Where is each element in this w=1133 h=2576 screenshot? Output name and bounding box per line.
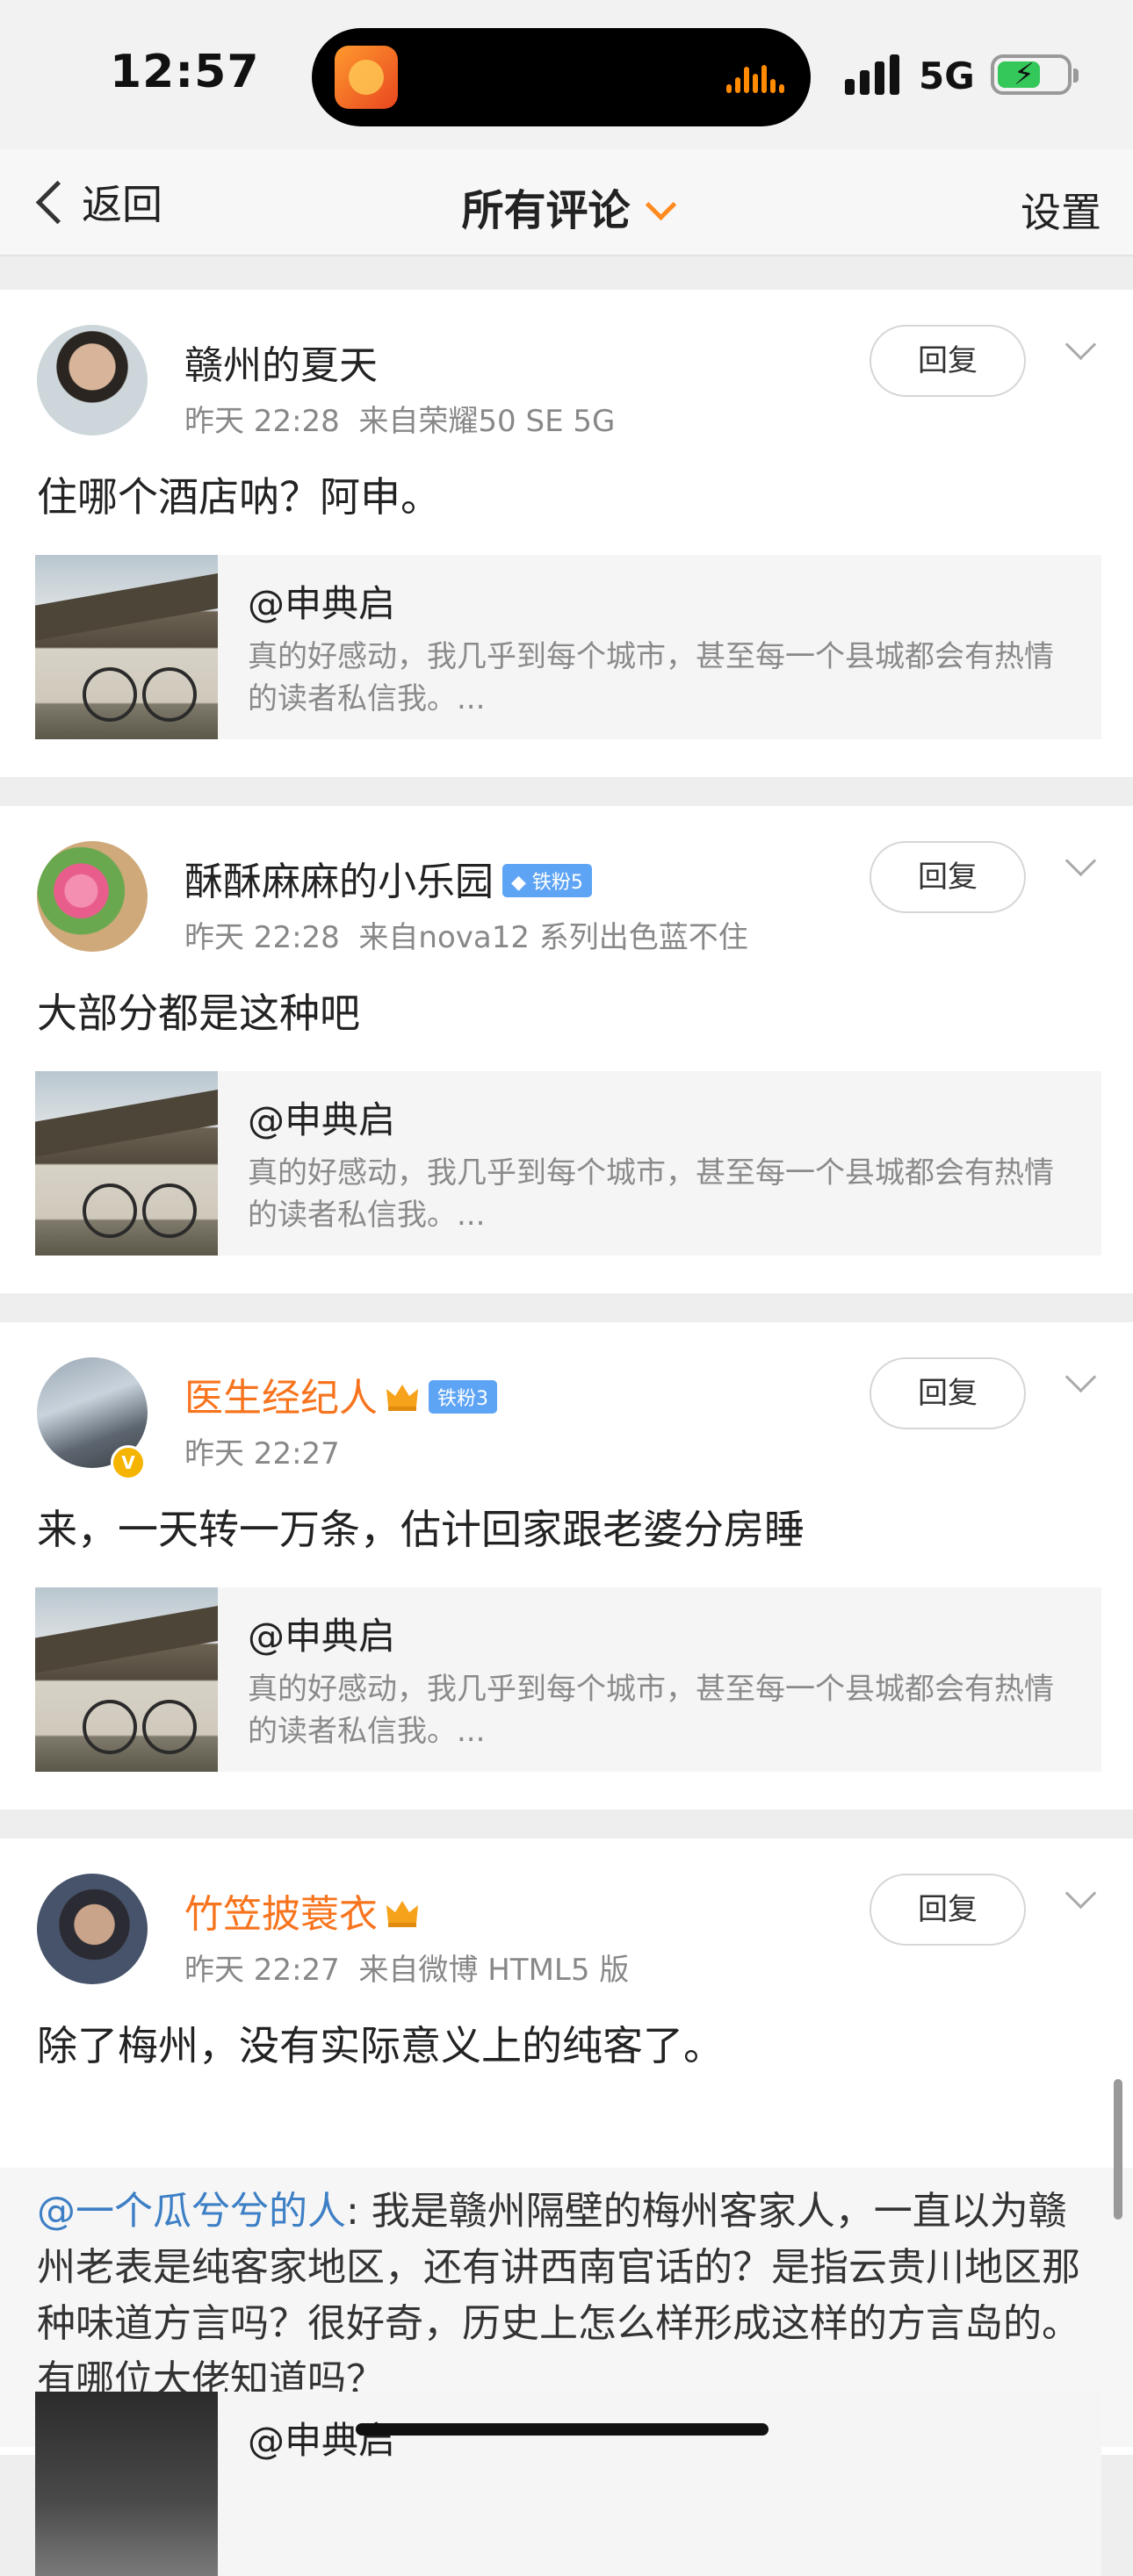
avatar[interactable] xyxy=(37,1874,148,1984)
avatar[interactable] xyxy=(37,841,148,952)
scrollbar[interactable] xyxy=(1114,2079,1122,2220)
chevron-down-icon[interactable] xyxy=(1064,845,1097,877)
reply-button[interactable]: 回复 xyxy=(870,1357,1026,1429)
comment-time: 昨天 22:27 xyxy=(184,1436,340,1471)
page-title: 所有评论 xyxy=(461,186,631,235)
quoted-post[interactable]: @申典启 真的好感动，我几乎到每个城市，甚至每一个县城都会有热情的读者私信我。.… xyxy=(35,1071,1101,1256)
comment-text[interactable]: 住哪个酒店呐？阿申。 xyxy=(37,465,441,523)
comment-time: 昨天 22:28 xyxy=(184,404,340,439)
quoted-author: @申典启 xyxy=(248,1098,396,1141)
quoted-author: @申典启 xyxy=(248,582,396,625)
comment-text[interactable]: 来，一天转一万条，估计回家跟老婆分房睡 xyxy=(37,1498,805,1556)
reply-button[interactable]: 回复 xyxy=(870,841,1026,913)
chevron-down-icon[interactable] xyxy=(1064,328,1097,361)
signal-icon xyxy=(845,54,901,95)
post-thumbnail xyxy=(35,555,218,739)
status-time: 12:57 xyxy=(110,46,260,98)
quoted-post[interactable]: @申典启 xyxy=(35,2392,1101,2576)
quoted-author: @申典启 xyxy=(248,1615,396,1658)
home-indicator[interactable] xyxy=(356,2423,769,2436)
username-text: 酥酥麻麻的小乐园 xyxy=(184,860,494,904)
forwarded-text: @一个瓜兮兮的人: 我是赣州隔壁的梅州客家人，一直以为赣州老表是纯客家地区，还有… xyxy=(37,2184,1100,2408)
username[interactable]: 竹笠披蓑衣 xyxy=(184,1882,420,1939)
comment-meta: 昨天 22:28 来自nova12 系列出色蓝不住 xyxy=(184,913,748,956)
comment-filter-dropdown[interactable]: 所有评论 xyxy=(0,176,1133,237)
charging-icon: ⚡ xyxy=(1014,57,1035,92)
username[interactable]: 赣州的夏天 xyxy=(184,334,378,390)
mention-link[interactable]: @一个瓜兮兮的人 xyxy=(37,2189,346,2234)
username-text: 竹笠披蓑衣 xyxy=(184,1892,378,1937)
comment-meta: 昨天 22:27 来自微博 HTML5 版 xyxy=(184,1946,629,1989)
comment-time: 昨天 22:27 xyxy=(184,1953,340,1988)
quoted-author: @申典启 xyxy=(248,2419,396,2462)
comment-text[interactable]: 除了梅州，没有实际意义上的纯客了。 xyxy=(37,2014,724,2072)
comment-meta: 昨天 22:27 xyxy=(184,1429,340,1472)
fan-badge: ◆ 铁粉5 xyxy=(502,864,592,897)
username[interactable]: 医生经纪人 铁粉3 xyxy=(184,1366,497,1422)
crown-icon xyxy=(386,1901,418,1927)
quoted-text: 真的好感动，我几乎到每个城市，甚至每一个县城都会有热情的读者私信我。... xyxy=(248,639,1054,716)
verified-badge-icon: V xyxy=(111,1445,146,1480)
quoted-post[interactable]: @申典启 真的好感动，我几乎到每个城市，甚至每一个县城都会有热情的读者私信我。.… xyxy=(35,1587,1101,1772)
quoted-post[interactable]: @申典启 真的好感动，我几乎到每个城市，甚至每一个县城都会有热情的读者私信我。.… xyxy=(35,555,1101,739)
battery-icon: ⚡ xyxy=(991,54,1079,95)
crown-icon xyxy=(386,1385,418,1411)
comment-card: 酥酥麻麻的小乐园 ◆ 铁粉5 昨天 22:28 来自nova12 系列出色蓝不住 … xyxy=(0,806,1133,1293)
status-bar: 12:57 5G ⚡ xyxy=(0,0,1133,149)
username[interactable]: 酥酥麻麻的小乐园 ◆ 铁粉5 xyxy=(184,850,592,906)
chevron-down-icon[interactable] xyxy=(1064,1361,1097,1393)
post-thumbnail xyxy=(35,1587,218,1772)
comment-source: 来自微博 HTML5 版 xyxy=(358,1953,630,1988)
comment-meta: 昨天 22:28 来自荣耀50 SE 5G xyxy=(184,397,615,440)
avatar[interactable] xyxy=(37,325,148,435)
network-label: 5G xyxy=(919,54,975,97)
island-app-icon xyxy=(335,46,398,109)
comment-card: 竹笠披蓑衣 昨天 22:27 来自微博 HTML5 版 回复 除了梅州，没有实际… xyxy=(0,1838,1133,2576)
settings-button[interactable]: 设置 xyxy=(1021,181,1101,239)
comment-card: 赣州的夏天 昨天 22:28 来自荣耀50 SE 5G 回复 住哪个酒店呐？阿申… xyxy=(0,290,1133,777)
navigation-bar: 返回 所有评论 设置 xyxy=(0,149,1133,256)
reply-button[interactable]: 回复 xyxy=(870,325,1026,397)
fan-badge: 铁粉3 xyxy=(429,1380,497,1414)
audio-wave-icon xyxy=(726,61,784,93)
quoted-text: 真的好感动，我几乎到每个城市，甚至每一个县城都会有热情的读者私信我。... xyxy=(248,1672,1054,1749)
dynamic-island[interactable] xyxy=(312,28,811,126)
quoted-text: 真的好感动，我几乎到每个城市，甚至每一个县城都会有热情的读者私信我。... xyxy=(248,1155,1054,1233)
comment-card: V 医生经纪人 铁粉3 昨天 22:27 回复 来，一天转一万条，估计回家跟老婆分… xyxy=(0,1322,1133,1810)
comment-source: 来自nova12 系列出色蓝不住 xyxy=(358,920,748,955)
comment-time: 昨天 22:28 xyxy=(184,920,340,955)
reply-button[interactable]: 回复 xyxy=(870,1874,1026,1946)
comment-text[interactable]: 大部分都是这种吧 xyxy=(37,982,360,1040)
post-thumbnail xyxy=(35,1071,218,1256)
username-text: 医生经纪人 xyxy=(184,1376,378,1421)
fan-badge-label: 铁粉5 xyxy=(531,872,583,894)
chevron-down-icon[interactable] xyxy=(1064,1877,1097,1910)
post-thumbnail xyxy=(35,2392,218,2576)
comment-source: 来自荣耀50 SE 5G xyxy=(358,404,616,439)
chevron-down-icon xyxy=(645,189,676,221)
